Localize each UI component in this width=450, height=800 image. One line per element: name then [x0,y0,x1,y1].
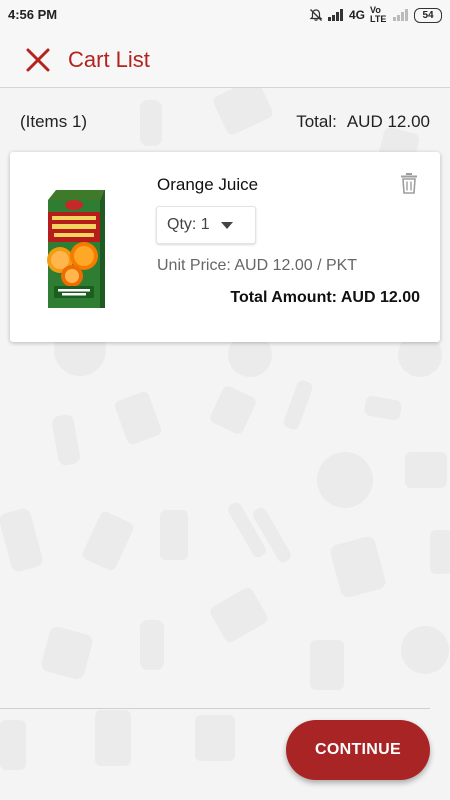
mute-icon [309,9,323,21]
items-count: (Items 1) [20,112,88,131]
continue-button[interactable]: CONTINUE [286,720,430,780]
total-amount: Total Amount: AUD 12.00 [230,289,420,306]
product-name: Orange Juice [157,175,259,194]
total-label: Total: [296,112,337,131]
battery-icon: 54 [414,7,442,23]
status-time: 4:56 PM [8,7,58,22]
network-type: 4G [348,7,365,22]
unit-price: Unit Price: AUD 12.00 / PKT [157,257,358,274]
chevron-down-icon [221,222,233,229]
status-bar: 4:56 PM 4G Vo LTE 54 [0,0,450,30]
page-title: Cart List [68,47,150,72]
quantity-label: Qty: 1 [167,216,210,233]
status-icons: 4G Vo LTE 54 [309,5,442,25]
quantity-select[interactable]: Qty: 1 [156,206,256,244]
product-image [47,190,105,308]
signal-icon [327,9,343,21]
volte-label: Vo LTE [370,5,387,24]
close-icon[interactable] [25,47,51,73]
total-value: AUD 12.00 [346,112,430,131]
signal-weak-icon [393,9,408,21]
app-header: Cart List [0,30,450,88]
footer-divider [0,708,430,709]
cart-item-card: Orange Juice Qty: 1 Unit Price: AUD 12.0… [10,152,440,342]
battery-level: 54 [422,9,434,21]
trash-icon[interactable] [400,172,418,194]
summary-total: Total: AUD 12.00 [296,112,430,132]
